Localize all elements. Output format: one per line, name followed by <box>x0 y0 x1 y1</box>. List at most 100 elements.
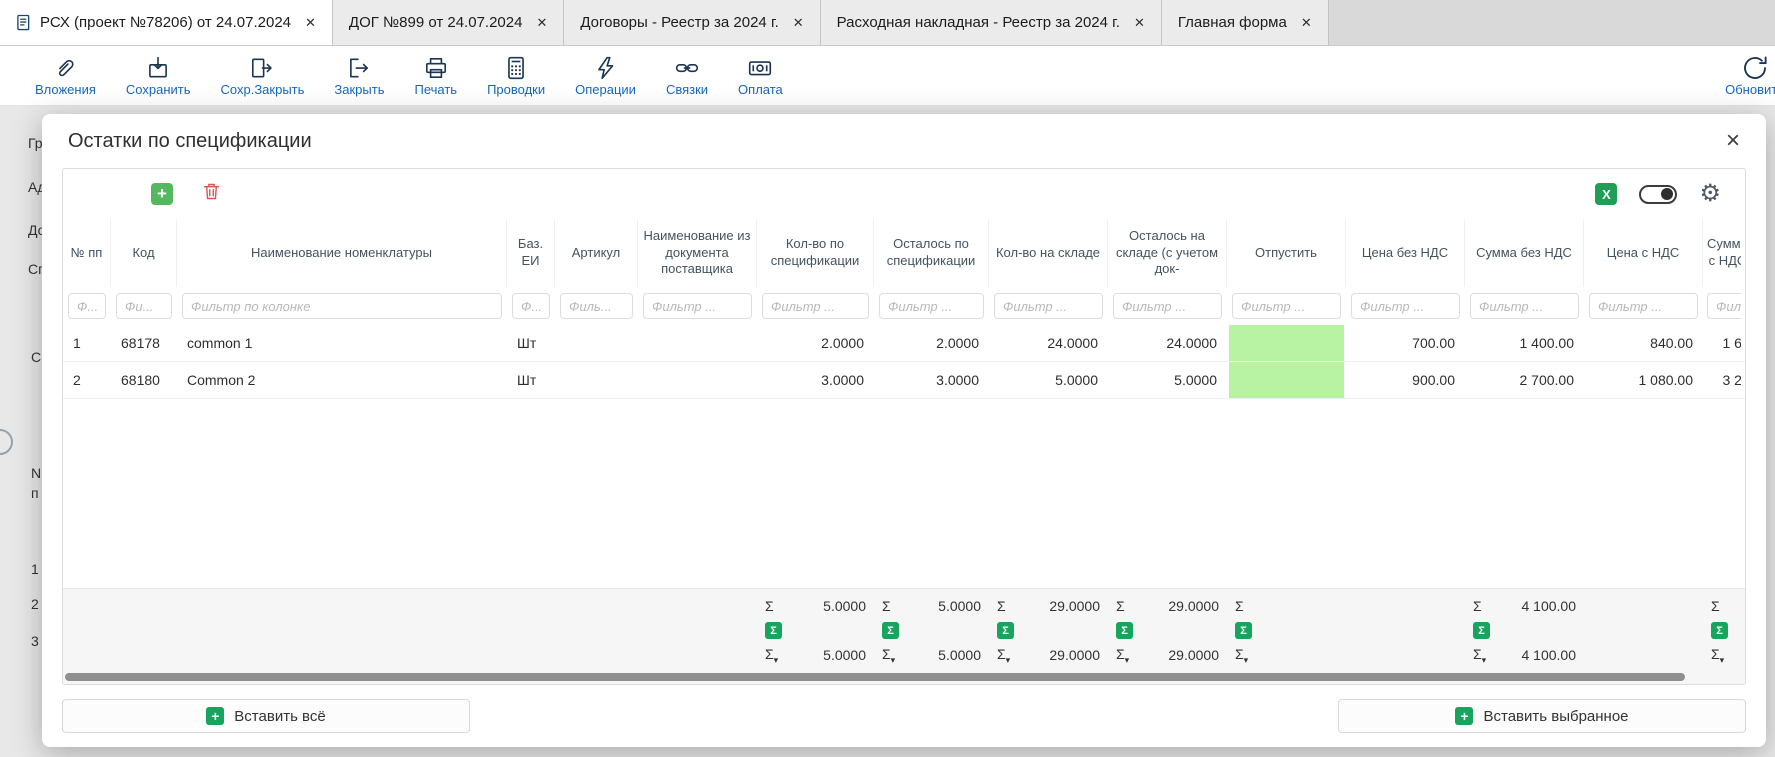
column-filter-input[interactable] <box>182 293 502 319</box>
toolbar-item-7[interactable]: Операции <box>560 46 651 105</box>
column-filter-input[interactable] <box>1351 293 1460 319</box>
sum-button[interactable]: Σ <box>765 622 782 639</box>
toggle-knob <box>1661 188 1673 200</box>
add-row-button[interactable]: + <box>151 183 173 205</box>
insert-selected-button[interactable]: + Вставить выбранное <box>1338 699 1746 733</box>
column-filter-input[interactable] <box>560 293 633 319</box>
column-header: Сумма без НДС <box>1465 219 1584 287</box>
sum-icon: Σ <box>765 598 774 614</box>
tab-close-icon[interactable]: ✕ <box>793 15 804 31</box>
sum-button[interactable]: Σ <box>1711 622 1728 639</box>
delete-row-button[interactable] <box>201 181 222 207</box>
toolbar-item-3[interactable]: Сохр.Закрыть <box>206 46 320 105</box>
toggle-switch[interactable] <box>1639 185 1677 204</box>
column-filter-input[interactable] <box>994 293 1103 319</box>
column-filter-input[interactable] <box>512 293 550 319</box>
modal-title: Остатки по спецификации <box>68 130 312 153</box>
column-header: Код <box>111 219 177 287</box>
sum-value: 5.0000 <box>823 647 866 663</box>
column-header-text: Цена с НДС <box>1607 245 1680 262</box>
toolbar-item-8[interactable]: Связки <box>651 46 723 105</box>
column-header-text: Осталось по спецификации <box>877 236 985 270</box>
toolbar-item-1[interactable]: Вложения <box>20 46 111 105</box>
filter-cell <box>111 293 177 319</box>
column-header-text: Цена без НДС <box>1362 245 1448 262</box>
table-cell: Common 2 <box>177 362 507 398</box>
filter-mark-icon: ▾ <box>774 654 779 664</box>
insert-all-label: Вставить всё <box>234 708 325 725</box>
modal-close-button[interactable]: × <box>1726 129 1740 153</box>
scrollbar-thumb[interactable] <box>65 673 1685 681</box>
sum-value: 4 100.00 <box>1522 598 1577 614</box>
table-cell: 3.0000 <box>874 362 989 398</box>
settings-gear-icon[interactable]: ⚙ <box>1699 182 1721 206</box>
table-cell: 24.0000 <box>989 325 1108 361</box>
tab-1[interactable]: РСХ (проект №78206) от 24.07.2024✕ <box>0 0 333 45</box>
sum-filtered-icon: Σ▾ <box>1116 646 1129 666</box>
table-cell: 68178 <box>111 325 177 361</box>
column-filter-input[interactable] <box>762 293 869 319</box>
table-row[interactable]: 268180Common 2Шт3.00003.00005.00005.0000… <box>63 362 1745 399</box>
sum-button[interactable]: Σ <box>1235 622 1252 639</box>
toolbar-item-5[interactable]: Печать <box>399 46 472 105</box>
toolbar-item-4[interactable]: Закрыть <box>319 46 399 105</box>
sum-button[interactable]: Σ <box>1116 622 1133 639</box>
column-filter-input[interactable] <box>643 293 752 319</box>
sum-filtered-icon: Σ▾ <box>1711 646 1724 666</box>
filter-cell <box>555 293 638 319</box>
form-fragment: 3 <box>31 633 39 649</box>
export-excel-button[interactable]: X <box>1595 183 1617 205</box>
horizontal-scrollbar[interactable] <box>63 670 1745 684</box>
table-cell <box>555 325 638 361</box>
table-cell: 700.00 <box>1346 325 1465 361</box>
tab-close-icon[interactable]: ✕ <box>305 15 316 31</box>
form-fragment: С <box>31 349 41 365</box>
column-header: Цена с НДС <box>1584 219 1703 287</box>
column-header: № пп <box>63 219 111 287</box>
sum-cell: Σ <box>1703 622 1741 639</box>
column-filter-input[interactable] <box>879 293 984 319</box>
tab-close-icon[interactable]: ✕ <box>1134 15 1145 31</box>
grid-toolbar-left: + <box>151 181 222 207</box>
background-form: 321пNССпДоАдГр Остатки по спецификации ×… <box>0 107 1775 757</box>
table-cell: 1 <box>63 325 111 361</box>
tab-close-icon[interactable]: ✕ <box>536 15 547 31</box>
column-filter-input[interactable] <box>1470 293 1579 319</box>
column-filter-input[interactable] <box>1589 293 1698 319</box>
column-filter-input[interactable] <box>1707 293 1741 319</box>
toolbar-item-9[interactable]: Оплата <box>723 46 798 105</box>
sum-row: Σ▾5.0000Σ▾5.0000Σ▾29.0000Σ▾29.0000Σ▾Σ▾4 … <box>63 643 1745 668</box>
toolbar-item-refresh[interactable]: Обновить <box>1710 46 1775 105</box>
column-header-text: Сумма с НДС <box>1707 236 1741 270</box>
column-header-text: Отпустить <box>1255 245 1317 262</box>
column-filter-input[interactable] <box>68 293 106 319</box>
spec-remainders-modal: Остатки по спецификации × + <box>42 114 1766 747</box>
release-cell[interactable] <box>1227 362 1346 398</box>
sum-button[interactable]: Σ <box>1473 622 1490 639</box>
toolbar-item-6[interactable]: Проводки <box>472 46 560 105</box>
table-cell: 3.0000 <box>757 362 874 398</box>
table-cell: 1 080.00 <box>1584 362 1703 398</box>
tab-close-icon[interactable]: ✕ <box>1301 15 1312 31</box>
tab-4[interactable]: Расходная накладная - Реестр за 2024 г.✕ <box>821 0 1162 45</box>
filter-mark-icon: ▾ <box>1006 654 1011 664</box>
sum-cell: Σ <box>1108 622 1227 639</box>
table-row[interactable]: 168178common 1Шт2.00002.000024.000024.00… <box>63 325 1745 362</box>
toolbar-item-2[interactable]: Сохранить <box>111 46 206 105</box>
column-filter-input[interactable] <box>1113 293 1222 319</box>
sum-button[interactable]: Σ <box>997 622 1014 639</box>
column-filter-input[interactable] <box>1232 293 1341 319</box>
column-filter-input[interactable] <box>116 293 172 319</box>
sum-value: 5.0000 <box>938 647 981 663</box>
sum-button[interactable]: Σ <box>882 622 899 639</box>
release-cell[interactable] <box>1227 325 1346 361</box>
tab-3[interactable]: Договоры - Реестр за 2024 г.✕ <box>564 0 820 45</box>
filter-cell <box>1703 293 1741 319</box>
spec-table: № ппКодНаименование номенклатурыБаз. ЕИА… <box>63 219 1745 670</box>
insert-all-button[interactable]: + Вставить всё <box>62 699 470 733</box>
tab-2[interactable]: ДОГ №899 от 24.07.2024✕ <box>333 0 564 45</box>
filter-cell <box>507 293 555 319</box>
column-header-text: Кол-во по спецификации <box>760 236 870 270</box>
sum-cell: Σ29.0000 <box>1108 598 1227 614</box>
tab-5[interactable]: Главная форма✕ <box>1162 0 1329 45</box>
